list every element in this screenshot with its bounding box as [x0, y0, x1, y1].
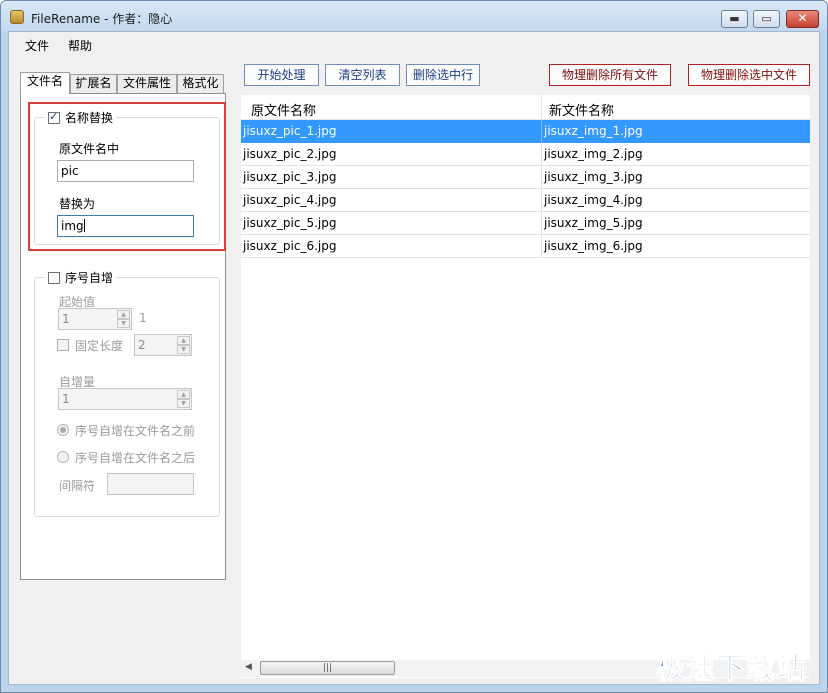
tab-extension[interactable]: 扩展名 [70, 74, 117, 93]
list-header: 原文件名称 新文件名称 [241, 95, 810, 120]
increment-spin-buttons: ▲ ▼ [177, 390, 190, 408]
column-divider[interactable] [541, 95, 542, 119]
physical-delete-selected-button[interactable]: 物理删除选中文件 [688, 64, 810, 86]
minimize-button[interactable]: ▬ [721, 10, 748, 28]
maximize-button[interactable]: ▭ [753, 10, 780, 28]
client-area: 文件 帮助 文件名 扩展名 文件属性 格式化 名称替换 原文件名中 pic [8, 31, 820, 685]
sequence-label: 序号自增 [65, 271, 114, 285]
start-process-button[interactable]: 开始处理 [244, 64, 319, 86]
cell-new: jisuxz_img_2.jpg [544, 147, 643, 161]
window-title: FileRename - 作者：隐心 [31, 12, 173, 26]
separator-label: 间隔符 [59, 479, 96, 493]
table-row[interactable]: jisuxz_pic_1.jpg jisuxz_img_1.jpg [241, 120, 810, 143]
cell-new: jisuxz_img_4.jpg [544, 193, 643, 207]
cell-original: jisuxz_pic_3.jpg [243, 170, 337, 184]
cell-new: jisuxz_img_3.jpg [544, 170, 643, 184]
cell-divider [541, 166, 542, 189]
cell-new: jisuxz_img_6.jpg [544, 239, 643, 253]
maximize-icon: ▭ [761, 12, 772, 25]
spin-up-icon[interactable]: ▲ [177, 336, 190, 345]
cell-divider [541, 120, 542, 143]
table-row[interactable]: jisuxz_pic_6.jpg jisuxz_img_6.jpg [241, 235, 810, 258]
start-value-spin-buttons: ▲ ▼ [117, 310, 130, 328]
fixed-length-checkbox[interactable] [57, 339, 69, 351]
app-icon [10, 10, 24, 24]
minimize-icon: ▬ [729, 12, 740, 25]
scroll-left-icon[interactable]: ◀ [245, 662, 252, 672]
menu-file[interactable]: 文件 [25, 37, 49, 54]
tab-filename[interactable]: 文件名 [20, 72, 70, 94]
close-button[interactable]: ✕ [786, 10, 819, 28]
table-row[interactable]: jisuxz_pic_3.jpg jisuxz_img_3.jpg [241, 166, 810, 189]
menu-help[interactable]: 帮助 [68, 37, 92, 54]
clear-list-button[interactable]: 清空列表 [325, 64, 400, 86]
app-window: FileRename - 作者：隐心 ▬ ▭ ✕ 文件 帮助 文件名 扩展名 文… [0, 0, 828, 693]
cell-divider [541, 143, 542, 166]
position-before-label: 序号自增在文件名之前 [75, 424, 196, 438]
menu-bar: 文件 帮助 [9, 32, 819, 56]
start-value-preview: 1 [139, 311, 147, 325]
spin-down-icon[interactable]: ▼ [177, 345, 190, 354]
column-new-name[interactable]: 新文件名称 [549, 100, 614, 119]
spin-down-icon[interactable]: ▼ [177, 399, 190, 408]
table-row[interactable]: jisuxz_pic_4.jpg jisuxz_img_4.jpg [241, 189, 810, 212]
cell-original: jisuxz_pic_4.jpg [243, 193, 337, 207]
watermark-logo: 极速下载站 [655, 651, 807, 686]
file-list[interactable]: 原文件名称 新文件名称 jisuxz_pic_1.jpg jisuxz_img_… [241, 95, 810, 678]
sequence-checkbox[interactable] [48, 271, 60, 284]
table-row[interactable]: jisuxz_pic_5.jpg jisuxz_img_5.jpg [241, 212, 810, 235]
column-original-name[interactable]: 原文件名称 [251, 100, 316, 119]
physical-delete-all-button[interactable]: 物理删除所有文件 [549, 64, 671, 86]
start-value: 1 [62, 312, 70, 326]
close-icon: ✕ [797, 11, 808, 25]
position-after-radio[interactable] [57, 451, 69, 463]
position-before-radio[interactable] [57, 424, 69, 436]
cell-original: jisuxz_pic_5.jpg [243, 216, 337, 230]
fixed-length-value: 2 [138, 338, 146, 352]
sequence-header: 序号自增 [45, 269, 117, 286]
cell-divider [541, 212, 542, 235]
grip-icon: ||| [322, 663, 333, 673]
increment-value: 1 [62, 392, 70, 406]
table-row[interactable]: jisuxz_pic_2.jpg jisuxz_img_2.jpg [241, 143, 810, 166]
delete-selected-row-button[interactable]: 删除选中行 [406, 64, 480, 86]
fixed-length-spin-buttons: ▲ ▼ [177, 336, 190, 354]
title-bar[interactable]: FileRename - 作者：隐心 ▬ ▭ ✕ [1, 1, 827, 31]
separator-input[interactable] [107, 473, 194, 495]
scrollbar-thumb[interactable]: ||| [260, 661, 395, 675]
cell-original: jisuxz_pic_2.jpg [243, 147, 337, 161]
cell-divider [541, 189, 542, 212]
fixed-length-label: 固定长度 [75, 339, 124, 353]
cell-original: jisuxz_pic_1.jpg [243, 124, 337, 138]
fixed-length-spinner[interactable]: 2 ▲ ▼ [134, 334, 192, 356]
highlight-annotation [28, 102, 226, 251]
start-value-spinner[interactable]: 1 ▲ ▼ [58, 308, 132, 330]
cell-original: jisuxz_pic_6.jpg [243, 239, 337, 253]
cell-divider [541, 235, 542, 258]
position-after-label: 序号自增在文件名之后 [75, 451, 196, 465]
spin-up-icon[interactable]: ▲ [177, 390, 190, 399]
cell-new: jisuxz_img_1.jpg [544, 124, 643, 138]
tab-format[interactable]: 格式化 [177, 74, 224, 93]
spin-down-icon[interactable]: ▼ [117, 319, 130, 328]
spin-up-icon[interactable]: ▲ [117, 310, 130, 319]
increment-spinner[interactable]: 1 ▲ ▼ [58, 388, 192, 410]
cell-new: jisuxz_img_5.jpg [544, 216, 643, 230]
tab-file-attributes[interactable]: 文件属性 [117, 74, 177, 93]
